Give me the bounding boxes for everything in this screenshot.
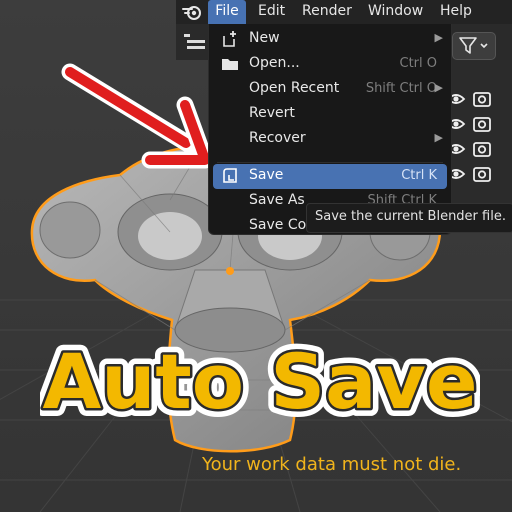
object-origin-dot [226,267,234,275]
folder-icon [222,59,238,70]
submenu-arrow-icon: ▶ [434,31,443,44]
outliner-row [446,164,494,184]
blender-logo-icon[interactable] [182,3,202,21]
camera-icon[interactable] [473,167,491,182]
save-icon [223,168,237,183]
tooltip-text: Save the current Blender file. [315,209,506,224]
menu-edit[interactable]: Edit [258,0,285,24]
camera-icon[interactable] [473,117,491,132]
filter-icon [459,37,488,54]
menu-separator [217,162,443,163]
outliner-row [446,114,494,134]
menu-item-save[interactable]: Save Ctrl K [213,164,447,189]
shortcut-label: Ctrl K [401,168,437,183]
tagline-text: Your work data must not die. [202,454,462,475]
menu-item-label: Revert [249,105,295,121]
outliner-row [446,139,494,159]
new-file-icon [223,31,236,47]
submenu-arrow-icon: ▶ [434,131,443,144]
menu-window[interactable]: Window [368,0,423,24]
menu-item-label: Save [249,167,284,183]
shortcut-label: Ctrl O [399,56,438,71]
shortcut-label: Shift Ctrl O [365,81,437,96]
menu-item-open-recent[interactable]: Open Recent Shift Ctrl O ▶ [209,77,451,102]
menu-item-label: Save Co [249,217,307,233]
menu-item-revert[interactable]: Revert [209,102,451,127]
headline-text: Auto Save [42,337,477,426]
headline-banner: Auto Save Auto Save Auto Save [40,330,480,430]
menu-item-label: Save As [249,192,305,208]
camera-icon[interactable] [473,92,491,107]
menu-item-label: Recover [249,130,306,146]
menu-item-label: New [249,30,280,46]
menu-item-label: Open Recent [249,80,340,96]
submenu-arrow-icon: ▶ [434,81,443,94]
camera-icon[interactable] [473,142,491,157]
outliner-row [446,89,494,109]
menu-item-label: Open... [249,55,300,71]
menu-render[interactable]: Render [302,0,352,24]
save-tooltip: Save the current Blender file. [306,203,512,233]
filter-dropdown-button[interactable] [452,32,496,60]
menu-item-recover[interactable]: Recover ▶ [209,127,451,152]
menu-item-open[interactable]: Open... Ctrl O [209,52,451,77]
outliner-mode-icon[interactable] [184,34,206,50]
menu-help[interactable]: Help [440,0,472,24]
menu-item-new[interactable]: New ▶ [209,27,451,52]
menu-file[interactable]: File [208,0,246,24]
